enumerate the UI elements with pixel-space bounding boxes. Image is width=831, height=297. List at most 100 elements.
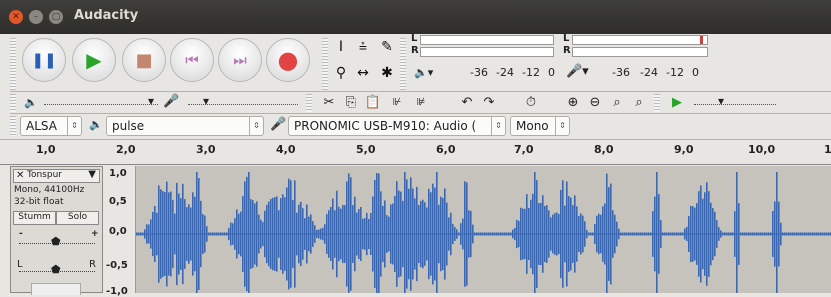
zoom-tool-icon[interactable]: ⚲	[330, 62, 352, 84]
slider-thumb-icon[interactable]: ⬟	[51, 263, 61, 276]
output-device-value: pulse	[112, 119, 145, 133]
tools-grip[interactable]	[322, 38, 328, 90]
rec-meter-l-label: L	[563, 33, 570, 44]
input-channels-select[interactable]: Mono ⇕	[510, 116, 570, 136]
stop-icon: ■	[135, 49, 153, 71]
meter-grip[interactable]	[400, 38, 406, 90]
pause-icon: ❚❚	[31, 51, 57, 69]
undo-icon[interactable]: ↶	[456, 92, 478, 114]
playback-speed-slider[interactable]	[694, 104, 776, 105]
track-name: Tonspur	[27, 170, 62, 180]
vruler-label: 1,0	[109, 168, 127, 179]
play-at-speed-grip[interactable]	[654, 94, 660, 112]
selection-tool-icon[interactable]: I	[330, 36, 352, 58]
ruler-tick: 4,0	[276, 143, 296, 156]
multi-tool-icon[interactable]: ✱	[376, 62, 398, 84]
input-device-select[interactable]: PRONOMIC USB-M910: Audio (⇕	[288, 116, 506, 136]
slider-thumb-icon[interactable]: ▾	[718, 94, 724, 108]
play-at-speed-icon[interactable]: ▶	[666, 92, 688, 114]
vertical-ruler[interactable]: 1,0 0,5 0,0 -0,5 -1,0	[103, 166, 136, 297]
maximize-icon[interactable]: ▢	[49, 10, 63, 24]
fit-selection-icon[interactable]: ⌕	[606, 92, 628, 114]
pan-right-label: R	[89, 259, 96, 270]
track-bitdepth: 32-bit float	[14, 197, 64, 207]
ruler-tick: 6,0	[436, 143, 456, 156]
vruler-label: 0,0	[109, 226, 127, 237]
record-meter-r[interactable]	[572, 47, 708, 57]
playback-meter-l[interactable]	[420, 35, 554, 45]
track-format: Mono, 44100Hz	[14, 185, 85, 195]
meter-tick: 0	[548, 66, 555, 79]
microphone-icon[interactable]: 🎤▾	[566, 64, 589, 79]
skip-end-icon: ⏭	[233, 51, 247, 69]
skip-start-icon: ⏮	[185, 51, 199, 69]
ruler-tick: 7,0	[514, 143, 534, 156]
meter-tick: -12	[666, 66, 684, 79]
center-line	[136, 233, 831, 235]
slider-thumb-icon[interactable]: ⬟	[51, 235, 61, 248]
slider-thumb-icon[interactable]: ▾	[148, 94, 154, 108]
paste-icon[interactable]: 📋	[362, 92, 384, 114]
input-device-value: PRONOMIC USB-M910: Audio (	[294, 119, 477, 133]
speaker-icon: 🔈	[89, 118, 103, 131]
silence-icon[interactable]: ⊯	[410, 92, 432, 114]
play-button[interactable]: ▶	[72, 38, 116, 82]
trim-icon[interactable]: ⊮	[386, 92, 408, 114]
stop-button[interactable]: ■	[122, 38, 166, 82]
ruler-tick: 5,0	[356, 143, 376, 156]
chevron-icon: ⇕	[249, 117, 263, 135]
meter-tick: -36	[612, 66, 630, 79]
fit-project-icon[interactable]: ⌕	[628, 92, 650, 114]
speaker-icon[interactable]: 🔈▾	[414, 66, 433, 79]
close-track-icon[interactable]: ✕	[16, 170, 24, 181]
volume-icon: 🔈	[24, 96, 38, 109]
chevron-icon: ⇕	[555, 117, 569, 135]
waveform-area[interactable]	[136, 166, 831, 296]
divider	[10, 113, 831, 114]
zoom-out-icon[interactable]: ⊖	[584, 92, 606, 114]
gain-minus: -	[19, 229, 23, 239]
record-button[interactable]: ●	[266, 38, 310, 82]
toolbar-grip[interactable]	[10, 38, 16, 90]
gain-plus: +	[91, 229, 99, 239]
rec-meter-r-label: R	[563, 45, 571, 56]
ruler-tick: 9,0	[674, 143, 694, 156]
ruler-tick: 8,0	[594, 143, 614, 156]
output-volume-slider[interactable]	[44, 104, 158, 105]
envelope-tool-icon[interactable]: ⩮	[352, 36, 374, 58]
play-icon: ▶	[86, 48, 102, 72]
copy-icon[interactable]: ⎘	[340, 92, 362, 114]
zoom-in-icon[interactable]: ⊕	[562, 92, 584, 114]
draw-tool-icon[interactable]: ✎	[376, 36, 398, 58]
meter-tick: 0	[692, 66, 699, 79]
skip-end-button[interactable]: ⏭	[218, 38, 262, 82]
ruler-tick: 3,0	[196, 143, 216, 156]
cut-icon[interactable]: ✂	[318, 92, 340, 114]
mixer-grip[interactable]	[10, 94, 16, 112]
output-device-select[interactable]: pulse ⇕	[106, 116, 264, 136]
track-menu-button[interactable]: ✕ Tonspur ▼	[13, 169, 100, 183]
waveform-path	[136, 172, 831, 296]
close-icon[interactable]: ✕	[9, 10, 23, 24]
device-grip[interactable]	[10, 116, 16, 136]
sync-lock-icon[interactable]: ⏱	[520, 92, 542, 114]
timeshift-tool-icon[interactable]: ↔	[352, 62, 374, 84]
pause-button[interactable]: ❚❚	[22, 38, 66, 82]
ruler-tick: 1	[824, 143, 831, 156]
mute-button[interactable]: Stumm	[13, 211, 56, 225]
meter-l-label: L	[411, 33, 418, 44]
solo-button[interactable]: Solo	[56, 211, 99, 225]
track-control-panel: ✕ Tonspur ▼ Mono, 44100Hz 32-bit float S…	[10, 166, 103, 295]
record-meter-l[interactable]	[572, 35, 708, 45]
mic-icon: 🎤	[163, 94, 180, 109]
mic-icon: 🎤	[270, 117, 287, 132]
audio-host-select[interactable]: ALSA ⇕	[20, 116, 82, 136]
edit-grip[interactable]	[306, 94, 312, 112]
skip-start-button[interactable]: ⏮	[170, 38, 214, 82]
playback-meter-r[interactable]	[420, 47, 554, 57]
redo-icon[interactable]: ↷	[478, 92, 500, 114]
meter-r-label: R	[411, 45, 419, 56]
slider-thumb-icon[interactable]: ▾	[203, 94, 209, 108]
collapse-button[interactable]	[31, 283, 81, 295]
minimize-icon[interactable]: –	[29, 10, 43, 24]
